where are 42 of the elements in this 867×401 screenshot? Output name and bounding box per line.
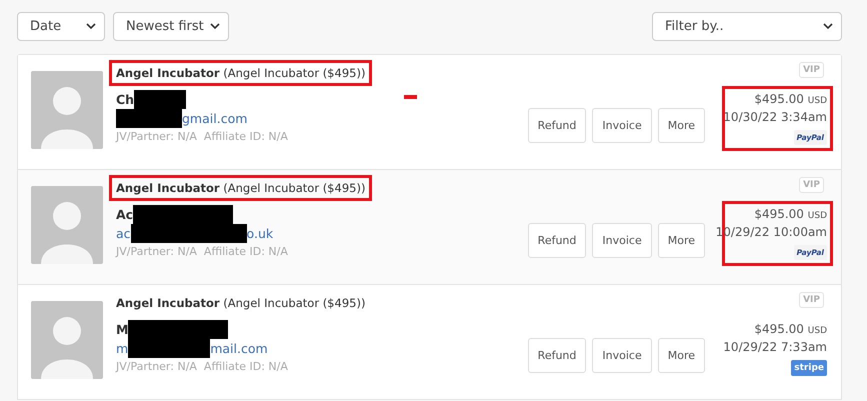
action-button[interactable]: Invoice [592,338,652,373]
avatar-icon [31,301,103,379]
email-link[interactable]: mail.com [210,341,268,356]
action-button[interactable]: Refund [528,223,586,258]
action-button[interactable]: Refund [528,338,586,373]
chevron-down-icon [823,23,833,30]
affiliate-info: JV/Partner: N/A Affiliate ID: N/A [116,360,289,373]
order-date: 10/29/22 7:33am [723,340,827,354]
payment-badge: stripe [791,360,827,376]
customer-name: Ch [116,92,134,107]
chevron-down-icon [210,23,220,30]
action-button[interactable]: Invoice [592,223,652,258]
vip-badge: VIP [799,62,824,78]
action-button[interactable]: More [658,223,705,258]
email-link[interactable]: ac [116,226,131,241]
product-title: Angel Incubator (Angel Incubator ($495)) [115,295,366,312]
redaction-bar [116,109,182,128]
email-link[interactable]: o.uk [246,226,274,241]
order-amount: $495.00 USD [754,92,827,106]
sort-order-select[interactable]: Newest first [113,12,229,41]
product-title: Angel Incubator (Angel Incubator ($495)) [109,60,372,86]
redaction-bar [134,90,186,109]
customer-name: Ac [116,207,134,222]
sort-field-select[interactable]: Date [17,12,105,41]
order-amount: $495.00 USD [754,207,827,221]
vip-badge: VIP [799,292,824,308]
action-button[interactable]: Refund [528,108,586,143]
action-button[interactable]: More [658,338,705,373]
affiliate-info: JV/Partner: N/A Affiliate ID: N/A [116,130,289,143]
vip-badge: VIP [799,177,824,193]
filter-select[interactable]: Filter by.. [652,12,842,41]
action-button[interactable]: Invoice [592,108,652,143]
avatar-icon [31,186,103,264]
email-link[interactable]: m [116,341,128,356]
affiliate-info: JV/Partner: N/A Affiliate ID: N/A [116,245,289,258]
customer-name: M [116,322,128,337]
action-button[interactable]: More [658,108,705,143]
order-amount: $495.00 USD [754,322,827,336]
product-title: Angel Incubator (Angel Incubator ($495)) [109,175,372,201]
email-link[interactable]: gmail.com [182,111,248,126]
chevron-down-icon [86,23,96,30]
avatar-icon [31,71,103,149]
